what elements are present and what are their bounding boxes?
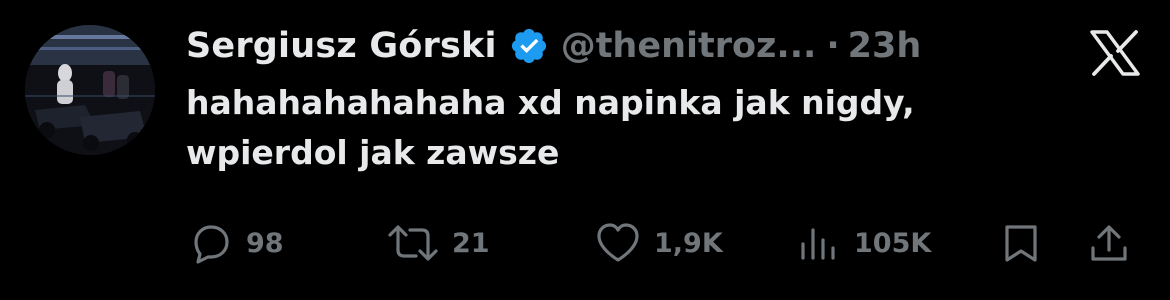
timestamp[interactable]: 23h (848, 26, 922, 66)
views-icon (796, 220, 842, 266)
separator-dot: · (826, 26, 840, 66)
heart-icon (594, 220, 642, 266)
views-count: 105K (854, 227, 932, 259)
bookmark-button[interactable] (998, 215, 1044, 271)
tweet-text-line: wpierdol jak zawsze (186, 133, 560, 172)
like-button[interactable]: 1,9K (594, 215, 723, 271)
tweet[interactable]: Sergiusz Górski @thenitroz... · 23h haha… (0, 0, 1170, 300)
avatar[interactable] (25, 25, 155, 155)
views-button[interactable]: 105K (796, 215, 931, 271)
reply-icon (188, 220, 234, 266)
reply-count: 98 (246, 227, 284, 259)
x-logo-icon (1090, 30, 1140, 76)
tweet-header: Sergiusz Górski @thenitroz... · 23h (186, 20, 921, 72)
like-count: 1,9K (654, 227, 723, 259)
tweet-text: hahahahahahaha xd napinka jak nigdy, wpi… (186, 78, 1136, 178)
author-name[interactable]: Sergiusz Górski (186, 26, 497, 66)
verified-badge-icon (509, 26, 549, 66)
share-button[interactable] (1086, 215, 1132, 271)
tweet-text-line: hahahahahahaha xd napinka jak nigdy, (186, 83, 915, 122)
reply-button[interactable]: 98 (188, 215, 284, 271)
repost-count: 21 (452, 227, 490, 259)
bookmark-icon (998, 220, 1044, 266)
share-icon (1086, 220, 1132, 266)
repost-icon (386, 220, 440, 266)
author-handle[interactable]: @thenitroz... (561, 26, 817, 66)
repost-button[interactable]: 21 (386, 215, 490, 271)
action-bar: 98 21 1,9K 105K (0, 215, 1170, 271)
